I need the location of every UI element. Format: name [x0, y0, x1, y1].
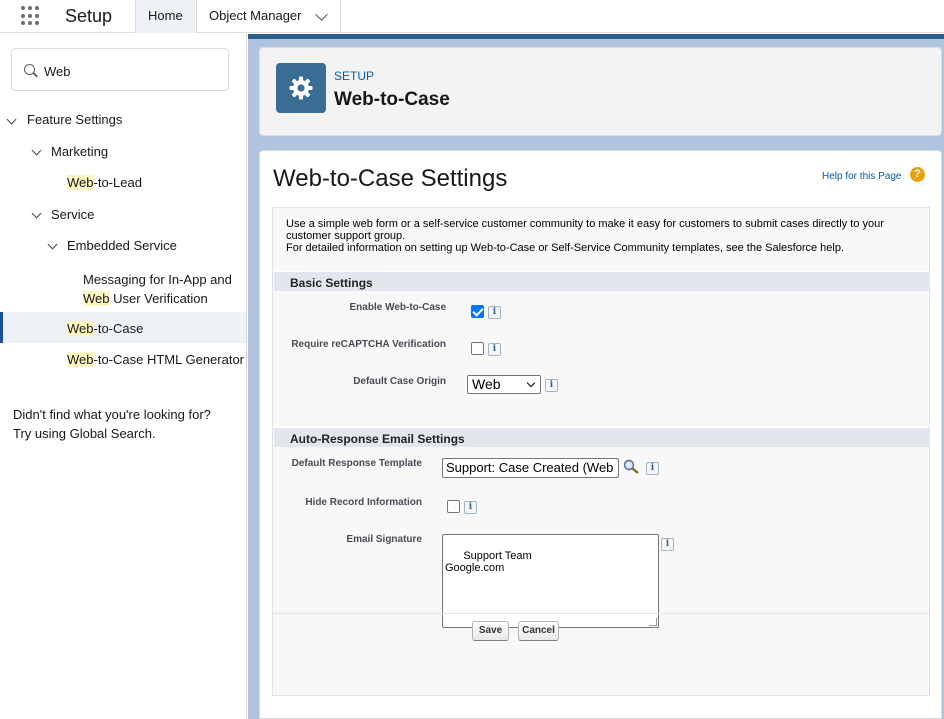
search-highlight: Web — [67, 321, 94, 336]
case-origin-value: Web — [472, 376, 501, 392]
search-highlight: Web — [67, 352, 94, 367]
info-icon[interactable]: i — [464, 501, 477, 514]
tree-item-web-to-case-html-generator[interactable]: Web-to-Case HTML Generator — [67, 352, 244, 367]
settings-title: Web-to-Case Settings — [273, 165, 508, 192]
not-found-line: Didn't find what you're looking for? — [13, 407, 211, 422]
enable-web-to-case-label: Enable Web-to-Case — [349, 302, 447, 313]
chevron-down-icon[interactable] — [6, 114, 17, 125]
page-header: SETUP Web-to-Case — [259, 47, 942, 136]
settings-card: Web-to-Case Settings Help for this Page … — [259, 150, 942, 719]
tree-item-label: -to-Case HTML Generator — [93, 352, 245, 367]
tree-item-web-to-case[interactable]: Web-to-Case — [67, 321, 143, 336]
divider — [273, 613, 929, 614]
recaptcha-checkbox[interactable] — [471, 342, 484, 355]
response-template-input[interactable]: Support: Case Created (Web — [442, 458, 619, 478]
info-icon[interactable]: i — [488, 343, 501, 356]
section-auto-response: Auto-Response Email Settings — [274, 427, 930, 447]
tab-object-manager-label: Object Manager — [209, 8, 302, 23]
setup-gear-icon — [276, 63, 326, 113]
email-signature-value: Support Team Google.com — [445, 550, 532, 574]
help-icon[interactable]: ? — [910, 167, 925, 182]
chevron-down-icon[interactable] — [47, 239, 58, 250]
info-icon[interactable]: i — [661, 538, 674, 551]
tree-item-label: User Verification — [109, 291, 208, 306]
tree-item-label: -to-Case — [93, 321, 144, 336]
resize-handle-icon[interactable] — [649, 618, 657, 626]
chevron-down-icon[interactable] — [31, 208, 42, 219]
app-launcher-icon[interactable] — [20, 5, 42, 27]
chevron-down-icon[interactable] — [315, 8, 328, 21]
app-name: Setup — [65, 6, 113, 26]
setup-tree-nav: Feature Settings Marketing Web-to-Lead S… — [0, 34, 247, 719]
tree-item-messaging-in-app[interactable]: Messaging for In-App and Web User Verifi… — [83, 270, 232, 308]
tree-item-marketing[interactable]: Marketing — [51, 144, 108, 159]
cancel-button[interactable]: Cancel — [518, 621, 559, 641]
case-origin-select[interactable]: Web — [467, 375, 541, 394]
email-signature-label: Email Signature — [346, 534, 422, 545]
default-case-origin-label: Default Case Origin — [353, 376, 446, 387]
intro-line: Use a simple web form or a self-service … — [286, 218, 884, 242]
search-highlight: Web — [67, 175, 94, 190]
search-highlight: Web — [83, 291, 110, 306]
global-search-hint: Try using Global Search. — [13, 426, 156, 441]
tree-item-label: -to-Lead — [93, 175, 142, 190]
info-icon[interactable]: i — [646, 462, 659, 475]
recaptcha-label: Require reCAPTCHA Verification — [291, 339, 446, 350]
chevron-down-icon[interactable] — [31, 145, 42, 156]
page-title: Web-to-Case — [334, 89, 450, 110]
enable-web-to-case-checkbox[interactable] — [471, 305, 484, 318]
tree-item-feature-settings[interactable]: Feature Settings — [27, 112, 122, 127]
default-response-template-label: Default Response Template — [291, 458, 422, 469]
help-link[interactable]: Help for this Page — [822, 171, 902, 182]
tab-home[interactable]: Home — [135, 0, 196, 33]
intro-text: Use a simple web form or a self-service … — [286, 218, 921, 254]
tree-item-web-to-lead[interactable]: Web-to-Lead — [67, 175, 142, 190]
chevron-down-icon — [526, 378, 536, 388]
lookup-icon[interactable] — [623, 459, 640, 474]
global-header: Setup Home Object Manager — [0, 0, 944, 33]
save-button[interactable]: Save — [472, 621, 509, 641]
intro-line: For detailed information on setting up W… — [286, 242, 845, 254]
tab-object-manager[interactable]: Object Manager — [196, 0, 341, 33]
quick-find-input[interactable] — [44, 61, 214, 81]
tree-item-service[interactable]: Service — [51, 207, 94, 222]
hide-record-info-checkbox[interactable] — [447, 500, 460, 513]
tree-item-label: Messaging for In-App and — [83, 272, 232, 287]
settings-form: Use a simple web form or a self-service … — [272, 207, 930, 696]
tree-item-embedded-service[interactable]: Embedded Service — [67, 238, 177, 253]
hide-record-info-label: Hide Record Information — [305, 497, 422, 508]
header-eyebrow: SETUP — [334, 69, 375, 83]
info-icon[interactable]: i — [488, 306, 501, 319]
quick-find-box[interactable] — [11, 48, 229, 91]
not-found-message: Didn't find what you're looking for? Try… — [13, 405, 238, 443]
info-icon[interactable]: i — [545, 379, 558, 392]
section-basic-settings: Basic Settings — [274, 271, 930, 291]
search-icon — [24, 64, 35, 75]
